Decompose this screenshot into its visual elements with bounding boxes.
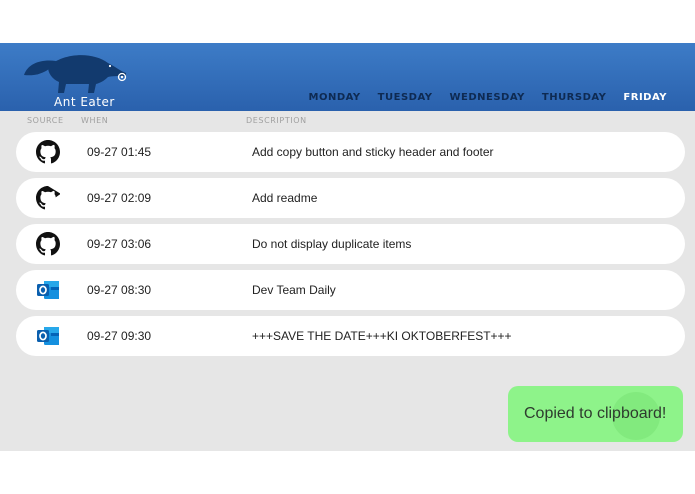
outlook-icon [36, 278, 60, 302]
github-icon [36, 140, 60, 164]
row-when: 09-27 03:06 [87, 237, 152, 251]
row-when: 09-27 08:30 [87, 283, 152, 297]
row-when: 09-27 01:45 [87, 145, 152, 159]
tab-tuesday[interactable]: TUESDAY [378, 92, 433, 103]
logo[interactable]: Ant Eater [22, 49, 132, 109]
github-icon [36, 232, 60, 256]
column-source: SOURCE [27, 116, 64, 125]
anteater-logo-icon [24, 55, 127, 93]
row-when: 09-27 09:30 [87, 329, 152, 343]
row-description: Dev Team Daily [252, 283, 336, 297]
tab-thursday[interactable]: THURSDAY [542, 92, 607, 103]
tab-wednesday[interactable]: WEDNESDAY [449, 92, 524, 103]
list-item[interactable]: 09-27 09:30 +++SAVE THE DATE+++KI OKTOBE… [16, 316, 685, 356]
outlook-icon [36, 324, 60, 348]
row-when: 09-27 02:09 [87, 191, 152, 205]
tab-friday[interactable]: FRIDAY [623, 92, 667, 103]
column-description: DESCRIPTION [246, 116, 307, 125]
row-description: Do not display duplicate items [252, 237, 412, 251]
row-description: Add readme [252, 191, 318, 205]
column-headers: SOURCE WHEN DESCRIPTION [0, 116, 695, 128]
column-when: WHEN [81, 116, 109, 125]
toast-message: Copied to clipboard! [524, 405, 667, 422]
day-tabs: MONDAY TUESDAY WEDNESDAY THURSDAY FRIDAY [309, 92, 667, 103]
row-description: Add copy button and sticky header and fo… [252, 145, 494, 159]
tab-monday[interactable]: MONDAY [309, 92, 361, 103]
list-item[interactable]: 09-27 02:09 Add readme [16, 178, 685, 218]
list-item[interactable]: 09-27 08:30 Dev Team Daily [16, 270, 685, 310]
row-description: +++SAVE THE DATE+++KI OKTOBERFEST+++ [252, 329, 512, 343]
app-container: Ant Eater MONDAY TUESDAY WEDNESDAY THURS… [0, 43, 695, 451]
event-list: 09-27 01:45 Add copy button and sticky h… [16, 132, 685, 362]
list-item[interactable]: 09-27 01:45 Add copy button and sticky h… [16, 132, 685, 172]
github-icon [36, 186, 68, 210]
header-bar: Ant Eater MONDAY TUESDAY WEDNESDAY THURS… [0, 43, 695, 111]
app-title: Ant Eater [54, 95, 115, 109]
copied-toast[interactable]: Copied to clipboard! [508, 386, 683, 442]
list-item[interactable]: 09-27 03:06 Do not display duplicate ite… [16, 224, 685, 264]
